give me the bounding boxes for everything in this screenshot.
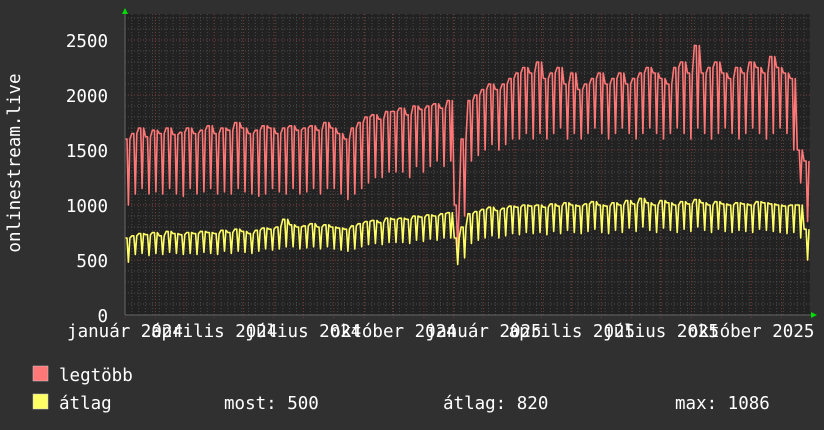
x-arrow-icon (811, 312, 817, 318)
y-tick-label: 1500 (66, 142, 108, 162)
legend-label-max: legtöbb (59, 366, 133, 386)
y-tick-label: 500 (76, 252, 108, 272)
x-axis: január 2024április 2024július 2024októbe… (67, 322, 814, 342)
y-axis-label: onlinestream.live (5, 73, 25, 252)
y-tick-label: 2500 (66, 32, 108, 52)
chart: 05001000150020002500 január 2024április … (5, 8, 817, 414)
legend-average: átlag: 820 (443, 394, 548, 414)
legend-max: max: 1086 (675, 394, 770, 414)
graph: 0 500 1000 1500 2000 2500 január 2024 április … (0, 0, 824, 430)
y-axis: 05001000150020002500 (66, 32, 108, 327)
y-tick-label: 2000 (66, 87, 108, 107)
legend-swatch-max (32, 365, 49, 382)
y-arrow-icon (122, 8, 128, 14)
legend-now: most: 500 (224, 394, 319, 414)
legend-swatch-avg (32, 393, 49, 410)
x-tick-label: október 2025 (688, 322, 814, 342)
legend-label-avg: átlag (59, 394, 112, 414)
y-tick-label: 1000 (66, 197, 108, 217)
